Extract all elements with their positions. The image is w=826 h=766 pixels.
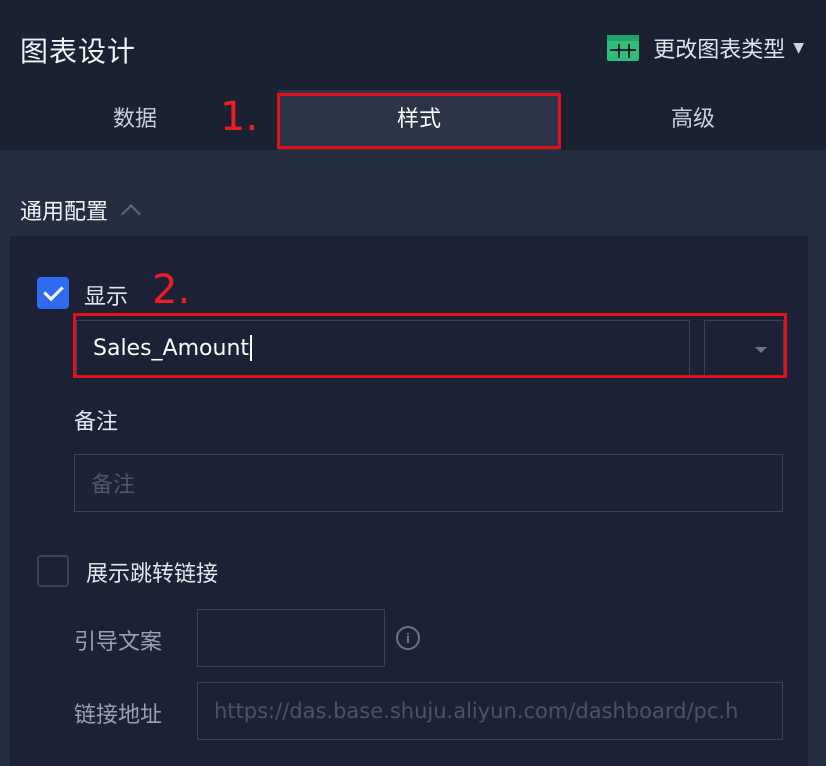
table-chart-icon xyxy=(607,35,640,61)
display-checkbox[interactable] xyxy=(37,277,69,309)
display-name-value: Sales_Amount xyxy=(93,335,250,361)
remark-input[interactable]: 备注 xyxy=(74,454,783,512)
link-url-placeholder: https://das.base.shuju.aliyun.com/dashbo… xyxy=(214,699,739,723)
panel-title: 图表设计 xyxy=(20,35,137,68)
guide-text-label: 引导文案 xyxy=(74,630,163,655)
caret-down-icon: ▼ xyxy=(793,40,804,56)
dropdown-arrow-icon xyxy=(755,347,767,353)
section-title-label: 通用配置 xyxy=(20,200,109,225)
guide-text-input[interactable] xyxy=(197,609,385,667)
remark-label: 备注 xyxy=(74,410,119,435)
display-format-select[interactable] xyxy=(704,320,784,376)
section-general-config[interactable]: 通用配置 xyxy=(20,194,141,226)
change-chart-type-label: 更改图表类型 xyxy=(653,38,786,63)
info-icon[interactable]: i xyxy=(396,626,420,650)
tab-style[interactable]: 样式 xyxy=(278,90,560,150)
tab-bar: 数据 样式 高级 xyxy=(0,90,826,150)
chevron-up-icon xyxy=(121,204,141,224)
display-name-input[interactable]: Sales_Amount xyxy=(76,320,690,376)
link-url-input[interactable]: https://das.base.shuju.aliyun.com/dashbo… xyxy=(197,682,783,740)
remark-placeholder: 备注 xyxy=(91,473,136,498)
link-url-label: 链接地址 xyxy=(74,703,163,728)
annotation-number-2: 2. xyxy=(152,267,191,313)
jump-link-checkbox[interactable] xyxy=(37,555,69,587)
tab-advanced[interactable]: 高级 xyxy=(560,90,826,150)
display-label: 显示 xyxy=(84,285,129,310)
text-cursor xyxy=(250,335,253,361)
jump-link-label: 展示跳转链接 xyxy=(86,562,219,587)
annotation-number-1: 1. xyxy=(220,94,259,140)
change-chart-type-button[interactable]: 更改图表类型 ▼ xyxy=(607,32,804,64)
